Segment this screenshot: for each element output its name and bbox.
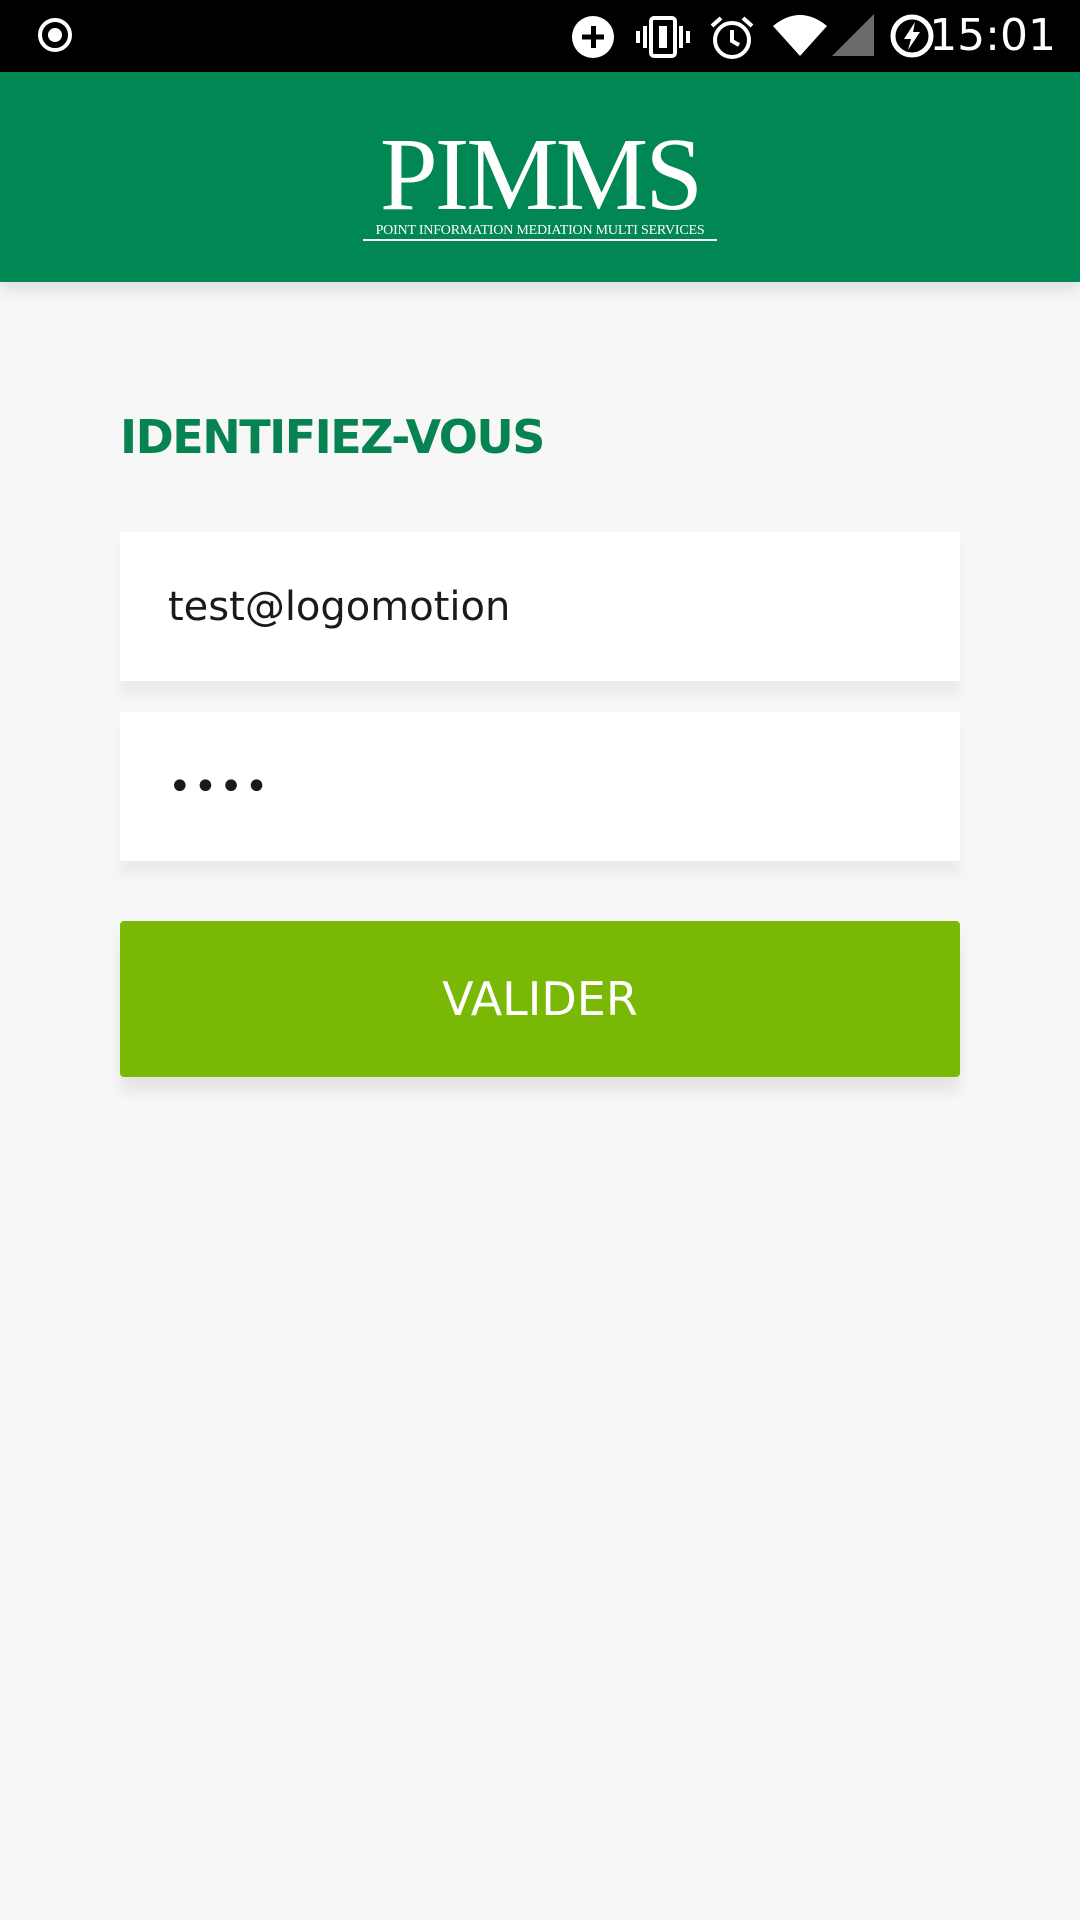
pimms-logo: PIMMS POINT INFORMATION MEDIATION MULTI … [361,117,719,241]
record-icon [38,18,72,52]
validate-button[interactable]: VALIDER [120,921,960,1077]
data-saver-icon [572,16,614,58]
status-bar: 15:01 [0,0,1080,72]
logo-title: PIMMS [379,117,703,232]
alarm-icon [710,16,754,59]
login-title: IDENTIFIEZ-VOUS [120,410,545,464]
app-header: PIMMS POINT INFORMATION MEDIATION MULTI … [0,72,1080,282]
email-field[interactable] [120,532,960,681]
vibrate-icon [636,16,690,58]
logo-subtitle: POINT INFORMATION MEDIATION MULTI SERVIC… [363,223,717,241]
password-field[interactable] [120,712,960,861]
wifi-icon [773,15,827,56]
cell-signal-icon [832,14,874,56]
clock: 15:01 [929,10,1056,61]
